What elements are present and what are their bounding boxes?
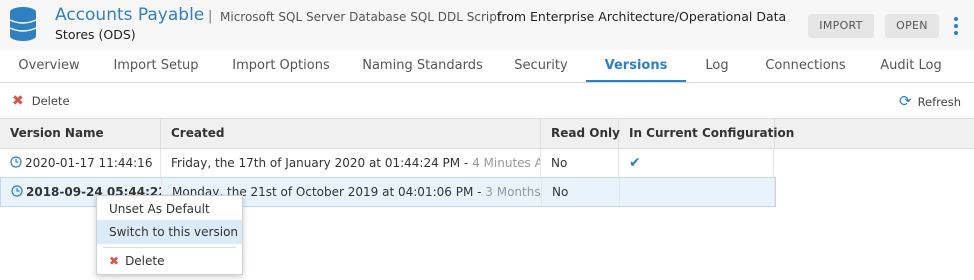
created-ago: 3 Months Ago [485,185,541,199]
column-created[interactable]: Created [161,119,541,148]
tab-naming-standards[interactable]: Naming Standards [355,50,490,82]
created-ago: 4 Minutes Ago [472,156,540,170]
model-type: Microsoft SQL Server Database SQL DDL Sc… [220,10,502,24]
delete-icon: ✖ [109,254,120,268]
in-current-config-cell [620,178,775,206]
column-version-name[interactable]: Version Name [0,119,161,148]
clock-icon [10,156,22,168]
header-bar: Accounts Payable | Microsoft SQL Server … [0,0,974,50]
tab-versions[interactable]: Versions [586,50,686,82]
menu-item-switch-version[interactable]: Switch to this version [97,220,242,244]
tab-import-options[interactable]: Import Options [225,50,337,82]
more-options-icon[interactable] [951,15,961,37]
refresh-label: Refresh [917,95,962,109]
versions-toolbar: ✖ Delete ⟳ Refresh [0,83,974,117]
created-cell: Friday, the 17th of January 2020 at 01:4… [161,149,541,177]
refresh-button[interactable]: ⟳ Refresh [899,92,961,110]
model-location-cont: Stores (ODS) [55,27,136,42]
title-separator: | [208,9,213,24]
tab-bar: Overview Import Setup Import Options Nam… [0,50,974,83]
tab-connections[interactable]: Connections [758,50,853,82]
table-header: Version Name Created Read Only In Curren… [0,118,974,149]
menu-delete-label: Delete [125,254,165,268]
table-row[interactable]: 2020-01-17 11:44:16 Friday, the 17th of … [0,149,774,178]
version-name: 2020-01-17 11:44:16 [25,156,153,170]
tab-log[interactable]: Log [697,50,737,82]
from-label: from [497,9,527,24]
delete-button[interactable]: ✖ Delete [12,93,70,109]
tab-import-setup[interactable]: Import Setup [105,50,207,82]
in-current-config-cell: ✔ [619,149,774,177]
menu-item-delete[interactable]: ✖ Delete [97,249,242,273]
import-button[interactable]: IMPORT [808,14,874,38]
refresh-icon: ⟳ [899,92,912,110]
open-button[interactable]: OPEN [885,14,939,38]
checkmark-icon: ✔ [629,155,641,171]
model-location: Enterprise Architecture/Operational Data [530,9,787,24]
delete-label: Delete [31,94,70,108]
version-name-cell: 2020-01-17 11:44:16 [0,149,161,177]
version-context-menu: Unset As Default Switch to this version … [96,195,243,275]
clock-icon [11,185,23,197]
created-date: Friday, the 17th of January 2020 at 01:4… [171,156,469,170]
menu-divider [103,247,236,248]
column-in-current-configuration[interactable]: In Current Configuration [619,119,794,148]
model-title[interactable]: Accounts Payable [55,5,204,25]
read-only-cell: No [542,178,620,206]
tab-overview[interactable]: Overview [10,50,88,82]
delete-icon: ✖ [12,93,24,109]
tab-audit-log[interactable]: Audit Log [870,50,952,82]
tab-security[interactable]: Security [507,50,575,82]
read-only-cell: No [541,149,619,177]
column-read-only[interactable]: Read Only [541,119,620,148]
menu-item-unset-default[interactable]: Unset As Default [97,197,242,221]
database-icon [9,7,37,41]
